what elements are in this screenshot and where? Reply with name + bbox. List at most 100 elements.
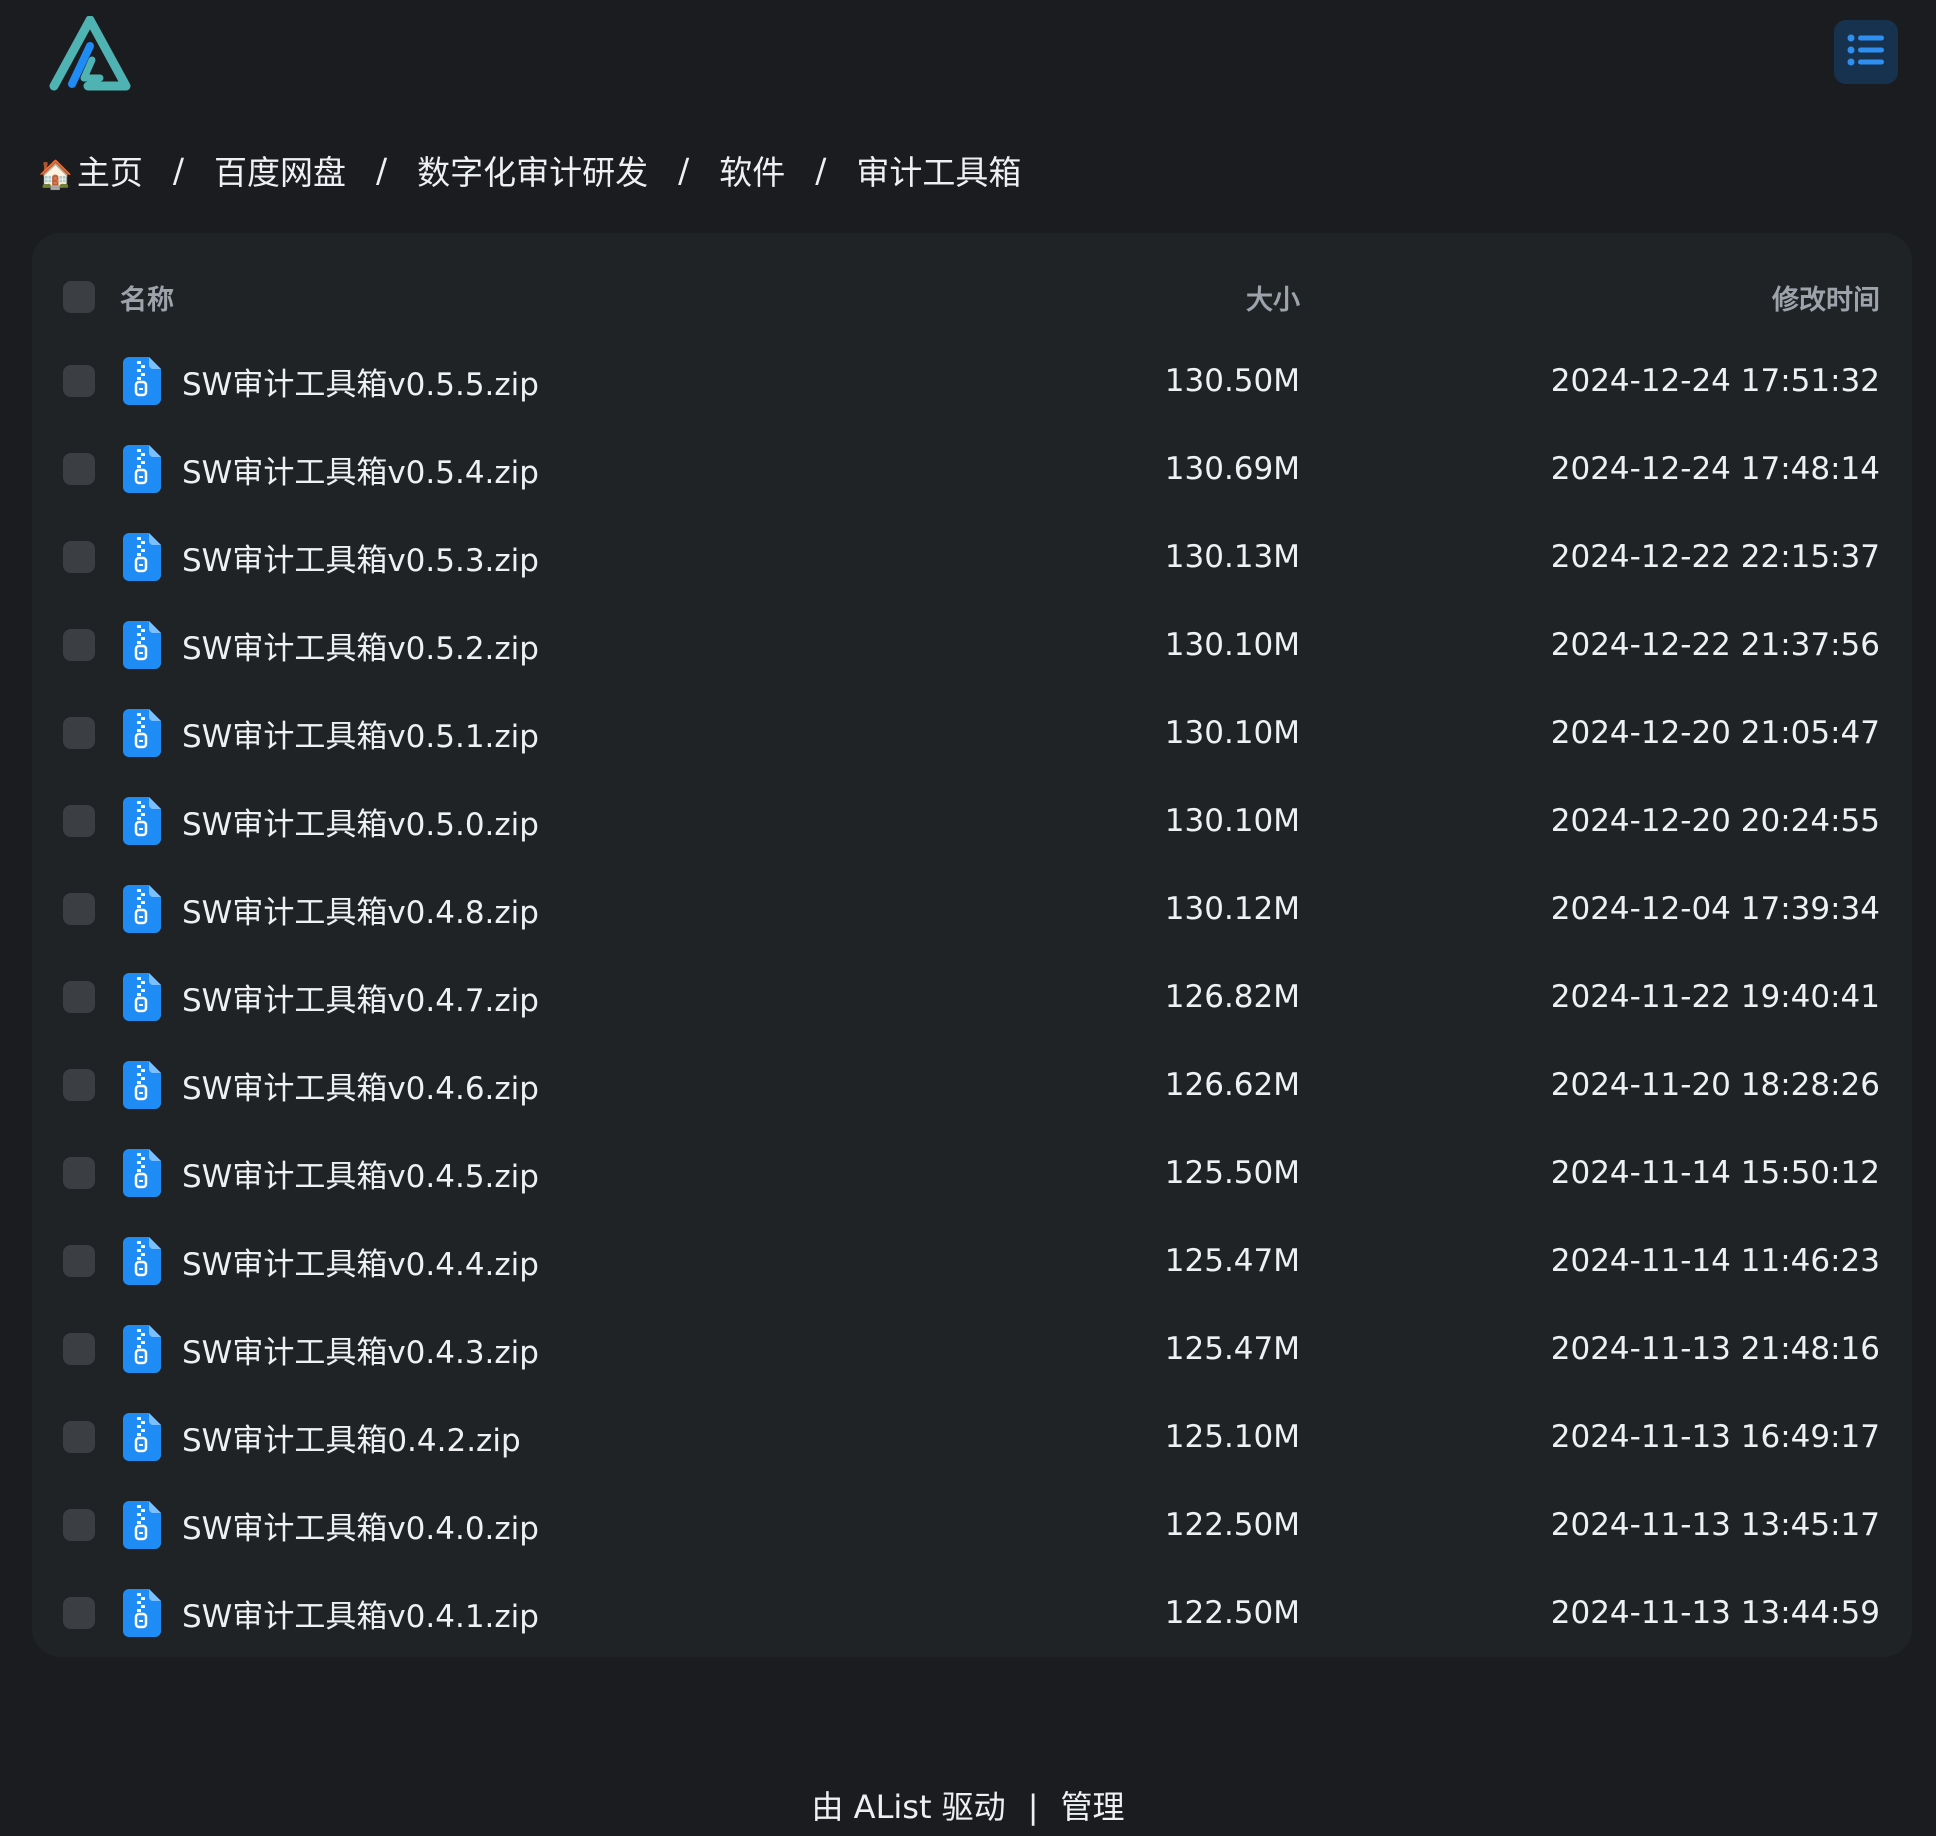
zip-file-icon [123, 973, 161, 1021]
file-size: 126.62M [1164, 1067, 1300, 1103]
file-name[interactable]: SW审计工具箱v0.5.0.zip [182, 799, 539, 844]
row-checkbox[interactable] [63, 1597, 95, 1629]
file-modified-time: 2024-11-14 11:46:23 [1550, 1243, 1880, 1279]
list-icon [1847, 34, 1885, 70]
footer-separator: | [1027, 1788, 1039, 1826]
table-row[interactable]: SW审计工具箱v0.4.8.zip 130.12M 2024-12-04 17:39… [32, 865, 1912, 953]
file-modified-time: 2024-11-13 16:49:17 [1550, 1419, 1880, 1455]
select-all-checkbox[interactable] [63, 281, 95, 313]
row-checkbox[interactable] [63, 717, 95, 749]
powered-by-link[interactable]: 由 AList 驱动 [812, 1788, 1006, 1826]
file-name[interactable]: SW审计工具箱v0.5.1.zip [182, 711, 539, 756]
table-row[interactable]: SW审计工具箱v0.4.5.zip 125.50M 2024-11-14 15:50… [32, 1129, 1912, 1217]
file-size: 125.50M [1164, 1155, 1300, 1191]
zip-file-icon [123, 357, 161, 405]
breadcrumb-home[interactable]: 🏠 主页 [38, 146, 143, 194]
row-checkbox[interactable] [63, 893, 95, 925]
file-name[interactable]: SW审计工具箱v0.4.8.zip [182, 887, 539, 932]
file-modified-time: 2024-12-24 17:48:14 [1550, 451, 1880, 487]
row-checkbox[interactable] [63, 981, 95, 1013]
breadcrumb-item-software[interactable]: 软件 [719, 146, 785, 194]
file-size: 125.47M [1164, 1331, 1300, 1367]
file-name[interactable]: SW审计工具箱v0.5.3.zip [182, 535, 539, 580]
file-name[interactable]: SW审计工具箱0.4.2.zip [182, 1415, 521, 1460]
breadcrumb-separator: / [678, 150, 690, 190]
file-modified-time: 2024-12-22 22:15:37 [1550, 539, 1880, 575]
file-size: 130.12M [1164, 891, 1300, 927]
table-row[interactable]: SW审计工具箱v0.5.1.zip 130.10M 2024-12-20 21:05… [32, 689, 1912, 777]
row-checkbox[interactable] [63, 1421, 95, 1453]
file-size: 130.13M [1164, 539, 1300, 575]
zip-file-icon [123, 533, 161, 581]
zip-file-icon [123, 445, 161, 493]
row-checkbox[interactable] [63, 629, 95, 661]
manage-link[interactable]: 管理 [1060, 1788, 1124, 1826]
row-checkbox[interactable] [63, 805, 95, 837]
table-row[interactable]: SW审计工具箱0.4.2.zip 125.10M 2024-11-13 16:49:… [32, 1393, 1912, 1481]
row-checkbox[interactable] [63, 1245, 95, 1277]
table-row[interactable]: SW审计工具箱v0.5.0.zip 130.10M 2024-12-20 20:24… [32, 777, 1912, 865]
table-row[interactable]: SW审计工具箱v0.4.1.zip 122.50M 2024-11-13 13:44… [32, 1569, 1912, 1657]
column-header-name[interactable]: 名称 [120, 278, 174, 317]
zip-file-icon [123, 1061, 161, 1109]
file-size: 125.47M [1164, 1243, 1300, 1279]
footer: 由 AList 驱动 | 管理 [0, 1782, 1936, 1828]
row-checkbox[interactable] [63, 453, 95, 485]
column-header-size[interactable]: 大小 [1246, 278, 1300, 317]
row-checkbox[interactable] [63, 541, 95, 573]
table-row[interactable]: SW审计工具箱v0.5.4.zip 130.69M 2024-12-24 17:48… [32, 425, 1912, 513]
file-name[interactable]: SW审计工具箱v0.4.5.zip [182, 1151, 539, 1196]
zip-file-icon [123, 1589, 161, 1637]
table-row[interactable]: SW审计工具箱v0.4.6.zip 126.62M 2024-11-20 18:28… [32, 1041, 1912, 1129]
breadcrumb-separator: / [815, 150, 827, 190]
file-modified-time: 2024-12-24 17:51:32 [1550, 363, 1880, 399]
table-row[interactable]: SW审计工具箱v0.4.7.zip 126.82M 2024-11-22 19:40… [32, 953, 1912, 1041]
file-modified-time: 2024-11-13 13:44:59 [1550, 1595, 1880, 1631]
file-size: 130.10M [1164, 627, 1300, 663]
file-name[interactable]: SW审计工具箱v0.4.6.zip [182, 1063, 539, 1108]
zip-file-icon [123, 1149, 161, 1197]
row-checkbox[interactable] [63, 365, 95, 397]
table-row[interactable]: SW审计工具箱v0.4.4.zip 125.47M 2024-11-14 11:46… [32, 1217, 1912, 1305]
breadcrumb-item-current[interactable]: 审计工具箱 [856, 146, 1021, 194]
row-checkbox[interactable] [63, 1509, 95, 1541]
file-name[interactable]: SW审计工具箱v0.5.2.zip [182, 623, 539, 668]
zip-file-icon [123, 1237, 161, 1285]
table-row[interactable]: SW审计工具箱v0.5.5.zip 130.50M 2024-12-24 17:51… [32, 337, 1912, 425]
breadcrumb-separator: / [376, 150, 388, 190]
row-checkbox[interactable] [63, 1157, 95, 1189]
file-size: 130.10M [1164, 803, 1300, 839]
file-size: 130.50M [1164, 363, 1300, 399]
file-size: 130.10M [1164, 715, 1300, 751]
file-modified-time: 2024-12-20 20:24:55 [1550, 803, 1880, 839]
home-icon: 🏠 [38, 158, 73, 191]
table-row[interactable]: SW审计工具箱v0.4.3.zip 125.47M 2024-11-13 21:48… [32, 1305, 1912, 1393]
file-name[interactable]: SW审计工具箱v0.5.4.zip [182, 447, 539, 492]
zip-file-icon [123, 1325, 161, 1373]
alist-logo-icon[interactable] [48, 15, 132, 92]
file-name[interactable]: SW审计工具箱v0.4.0.zip [182, 1503, 539, 1548]
file-name[interactable]: SW审计工具箱v0.4.1.zip [182, 1591, 539, 1636]
zip-file-icon [123, 621, 161, 669]
file-modified-time: 2024-11-13 21:48:16 [1550, 1331, 1880, 1367]
table-row[interactable]: SW审计工具箱v0.4.0.zip 122.50M 2024-11-13 13:45… [32, 1481, 1912, 1569]
column-header-modified[interactable]: 修改时间 [1772, 278, 1880, 317]
file-name[interactable]: SW审计工具箱v0.4.7.zip [182, 975, 539, 1020]
file-modified-time: 2024-11-14 15:50:12 [1550, 1155, 1880, 1191]
list-view-button[interactable] [1834, 20, 1898, 84]
zip-file-icon [123, 1501, 161, 1549]
row-checkbox[interactable] [63, 1069, 95, 1101]
breadcrumb-item-baidu[interactable]: 百度网盘 [214, 146, 346, 194]
file-modified-time: 2024-12-04 17:39:34 [1550, 891, 1880, 927]
breadcrumb-home-label: 主页 [76, 153, 143, 192]
row-checkbox[interactable] [63, 1333, 95, 1365]
table-row[interactable]: SW审计工具箱v0.5.3.zip 130.13M 2024-12-22 22:15… [32, 513, 1912, 601]
file-name[interactable]: SW审计工具箱v0.5.5.zip [182, 359, 539, 404]
file-name[interactable]: SW审计工具箱v0.4.3.zip [182, 1327, 539, 1372]
top-header [0, 0, 1936, 110]
table-row[interactable]: SW审计工具箱v0.5.2.zip 130.10M 2024-12-22 21:37… [32, 601, 1912, 689]
breadcrumb-item-rd[interactable]: 数字化审计研发 [417, 146, 648, 194]
file-modified-time: 2024-11-22 19:40:41 [1550, 979, 1880, 1015]
file-size: 130.69M [1164, 451, 1300, 487]
file-name[interactable]: SW审计工具箱v0.4.4.zip [182, 1239, 539, 1284]
